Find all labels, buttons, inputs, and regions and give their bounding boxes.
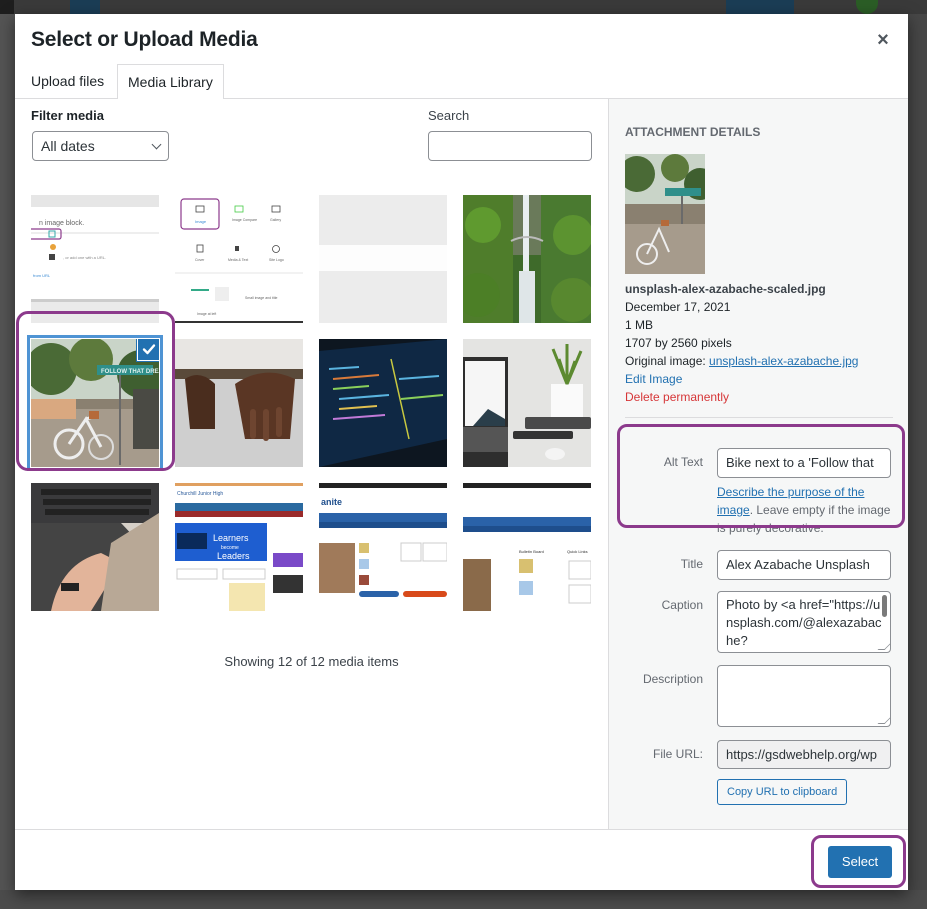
filter-media-label: Filter media <box>31 108 104 123</box>
title-label: Title <box>680 557 703 571</box>
media-item[interactable]: Churchill Junior High Learners become Le… <box>175 483 303 611</box>
media-item[interactable]: anite <box>319 483 447 611</box>
attachment-size: 1 MB <box>625 318 654 332</box>
thumbnail-laptop-plant <box>463 339 591 467</box>
media-item[interactable] <box>319 339 447 467</box>
alt-text-label: Alt Text <box>663 455 703 469</box>
svg-text:Gallery: Gallery <box>270 218 281 222</box>
svg-text:Site Logo: Site Logo <box>269 258 284 262</box>
svg-text:Bulletin Board: Bulletin Board <box>519 549 544 554</box>
svg-text:Media & Text: Media & Text <box>228 258 248 262</box>
media-item[interactable] <box>31 483 159 611</box>
file-url-label: File URL: <box>652 747 703 761</box>
attachment-details-panel: Attachment Details unsplash-alex-azabach… <box>608 99 908 829</box>
showing-count: Showing 12 of 12 media items <box>224 654 399 669</box>
thumbnail-waterfall <box>463 195 591 323</box>
thumbnail-bulletin-site: Bulletin Board Quick Links <box>463 483 591 611</box>
close-button[interactable]: × <box>872 29 894 51</box>
editor-footer-background <box>0 890 927 909</box>
media-item-selected[interactable]: FOLLOW THAT DREAM <box>31 339 159 467</box>
thumbnail-image-block-screenshot: n image block. , or add one with a URL. … <box>31 195 159 323</box>
caption-scrollbar[interactable] <box>882 595 887 617</box>
select-button[interactable]: Select <box>828 846 892 878</box>
tab-upload-files[interactable]: Upload files <box>21 64 114 99</box>
thumbnail-laptop-code <box>319 339 447 467</box>
thumbnail-hands <box>175 339 303 467</box>
svg-text:, or add one with a URL.: , or add one with a URL. <box>63 255 106 260</box>
original-image-label: Original image: <box>625 354 706 368</box>
alt-text-help: Describe the purpose of the image. Leave… <box>717 483 892 537</box>
add-block-button-background <box>70 0 100 14</box>
svg-text:Churchill Junior High: Churchill Junior High <box>177 491 223 497</box>
alt-text-input[interactable]: Bike next to a 'Follow that <box>717 448 891 478</box>
media-item[interactable] <box>175 339 303 467</box>
attachment-info: unsplash-alex-azabache-scaled.jpg Decemb… <box>625 280 858 406</box>
thumbnail-granite-site: anite <box>319 483 447 611</box>
media-browser: Filter media All dates Search n image bl… <box>15 99 608 829</box>
attachment-preview-image <box>625 154 705 274</box>
caption-value: Photo by <a href="https://unsplash.com/@… <box>726 597 882 648</box>
search-input[interactable] <box>428 131 592 161</box>
svg-text:FOLLOW THAT DREAM: FOLLOW THAT DREAM <box>101 369 159 375</box>
attachment-date: December 17, 2021 <box>625 300 731 314</box>
svg-text:Small image and title: Small image and title <box>245 296 278 300</box>
editor-content-background <box>0 14 15 909</box>
media-item[interactable] <box>319 195 447 323</box>
tab-media-library[interactable]: Media Library <box>117 64 224 100</box>
date-filter-select[interactable]: All dates <box>32 131 169 161</box>
svg-text:Quick Links: Quick Links <box>567 549 588 554</box>
editor-sidebar-background <box>908 14 927 909</box>
media-item[interactable] <box>463 339 591 467</box>
modal-footer: Select <box>15 829 908 890</box>
date-filter-value: All dates <box>41 138 95 154</box>
thumbnail-braille-keyboard <box>31 483 159 611</box>
svg-text:Leaders: Leaders <box>217 551 250 561</box>
copy-url-button[interactable]: Copy URL to clipboard <box>717 779 848 805</box>
svg-text:Image Compare: Image Compare <box>232 218 257 222</box>
edit-image-link[interactable]: Edit Image <box>625 370 858 388</box>
original-image-row: Original image: unsplash-alex-azabache.j… <box>625 352 858 370</box>
svg-text:anite: anite <box>321 497 342 507</box>
media-item[interactable]: Image Image Compare Gallery Cover Media … <box>175 195 303 323</box>
svg-text:from URL: from URL <box>33 273 51 278</box>
caption-textarea[interactable]: Photo by <a href="https://unsplash.com/@… <box>717 591 891 653</box>
attachment-filename: unsplash-alex-azabache-scaled.jpg <box>625 282 826 296</box>
checkmark-icon <box>142 344 156 355</box>
caption-label: Caption <box>661 598 703 612</box>
media-item[interactable]: n image block. , or add one with a URL. … <box>31 195 159 323</box>
title-input[interactable]: Alex Azabache Unsplash <box>717 550 891 580</box>
resize-handle-icon[interactable] <box>877 643 890 650</box>
file-url-input[interactable]: https://gsdwebhelp.org/wp <box>717 740 891 769</box>
svg-text:Image: Image <box>195 219 207 224</box>
thumbnail-learners-leaders-site: Churchill Junior High Learners become Le… <box>175 483 303 611</box>
details-divider <box>625 417 893 418</box>
svg-text:Cover: Cover <box>195 258 205 262</box>
media-modal: Select or Upload Media × Upload files Me… <box>15 14 908 890</box>
modal-title: Select or Upload Media <box>31 28 258 51</box>
selected-checkmark-button[interactable] <box>137 339 159 361</box>
media-item[interactable]: Bulletin Board Quick Links <box>463 483 591 611</box>
media-item[interactable] <box>463 195 591 323</box>
resize-handle-icon[interactable] <box>877 717 890 724</box>
original-image-link[interactable]: unsplash-alex-azabache.jpg <box>709 354 858 368</box>
delete-permanently-link[interactable]: Delete permanently <box>625 388 858 406</box>
thumbnail-blank-gray <box>319 195 447 323</box>
description-textarea[interactable] <box>717 665 891 727</box>
svg-text:Image at left: Image at left <box>197 312 216 316</box>
svg-text:n image block.: n image block. <box>39 220 84 227</box>
chevron-down-icon <box>151 139 162 150</box>
attachment-details-heading: Attachment Details <box>625 125 761 139</box>
modal-tabs: Upload files Media Library <box>15 64 908 100</box>
wordpress-logo-icon <box>0 0 14 14</box>
thumbnail-block-inserter-screenshot: Image Image Compare Gallery Cover Media … <box>175 195 303 323</box>
close-icon: × <box>877 29 889 51</box>
update-button-background <box>726 0 794 14</box>
search-label: Search <box>428 108 470 123</box>
svg-text:Learners: Learners <box>213 533 249 543</box>
attachment-dimensions: 1707 by 2560 pixels <box>625 336 732 350</box>
description-label: Description <box>642 672 703 686</box>
